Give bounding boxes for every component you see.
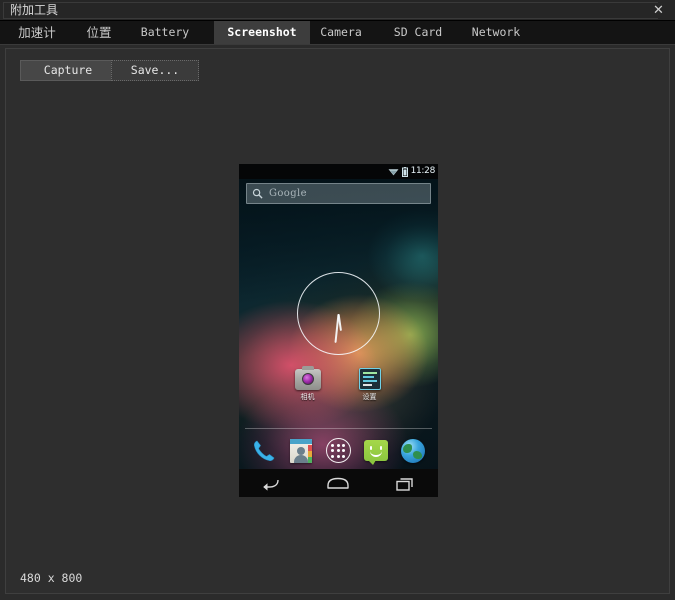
list-widget-shortcut[interactable]: 设置 bbox=[350, 368, 390, 402]
tab-bar: 加速计 位置 Battery Screenshot Camera SD Card… bbox=[0, 21, 675, 45]
android-navigation-bar bbox=[239, 469, 438, 497]
recents-nav-button[interactable] bbox=[388, 469, 422, 497]
tab-battery[interactable]: Battery bbox=[134, 21, 196, 44]
window-title: 附加工具 bbox=[10, 3, 59, 17]
capture-button[interactable]: Capture bbox=[20, 60, 116, 81]
captured-screenshot-image: 11:28 Google 相机 设置 bbox=[239, 164, 438, 497]
home-screen-app-row: 相机 设置 bbox=[239, 366, 438, 402]
screenshot-size-label: 480 x 800 bbox=[20, 571, 83, 585]
messaging-app-icon[interactable] bbox=[363, 438, 389, 465]
camera-app-shortcut[interactable]: 相机 bbox=[288, 366, 328, 402]
phone-handset-icon bbox=[253, 440, 275, 461]
camera-lens bbox=[301, 373, 314, 385]
battery-icon bbox=[401, 166, 408, 177]
additional-tools-window: 附加工具 ✕ 加速计 位置 Battery Screenshot Camera … bbox=[0, 0, 675, 600]
contacts-app-icon[interactable] bbox=[288, 438, 314, 464]
android-status-bar: 11:28 bbox=[239, 164, 438, 179]
tab-location[interactable]: 位置 bbox=[78, 21, 120, 44]
status-bar-clock: 11:28 bbox=[410, 166, 436, 176]
back-arrow-icon bbox=[263, 479, 279, 491]
list-widget-label: 设置 bbox=[362, 393, 377, 401]
screenshot-panel: Capture Save... 480 x 800 11:28 Google 相… bbox=[5, 48, 670, 594]
tab-screenshot[interactable]: Screenshot bbox=[214, 21, 310, 44]
home-dome-icon bbox=[327, 477, 350, 489]
messaging-bubble-icon bbox=[363, 440, 388, 465]
save-button[interactable]: Save... bbox=[111, 60, 199, 81]
camera-app-icon bbox=[294, 366, 321, 390]
tab-camera[interactable]: Camera bbox=[313, 21, 369, 44]
all-apps-grid-icon bbox=[325, 438, 351, 463]
all-apps-icon[interactable] bbox=[325, 438, 351, 464]
tab-network[interactable]: Network bbox=[466, 21, 526, 44]
close-icon[interactable]: ✕ bbox=[650, 2, 667, 19]
android-dock bbox=[239, 434, 438, 468]
home-nav-button[interactable] bbox=[321, 469, 355, 497]
wifi-icon bbox=[388, 169, 399, 176]
title-bar: 附加工具 ✕ bbox=[0, 0, 675, 21]
camera-app-label: 相机 bbox=[300, 393, 315, 401]
title-bar-inset bbox=[3, 2, 658, 19]
tab-accelerometer[interactable]: 加速计 bbox=[10, 21, 64, 44]
google-search-bar[interactable]: Google bbox=[246, 183, 431, 204]
back-nav-button[interactable] bbox=[255, 469, 289, 497]
status-bar-icons: 11:28 bbox=[388, 164, 435, 179]
phone-app-icon[interactable] bbox=[251, 438, 277, 464]
tab-sd-card[interactable]: SD Card bbox=[387, 21, 449, 44]
contacts-card-icon bbox=[290, 439, 313, 463]
analog-clock-widget[interactable] bbox=[297, 272, 380, 355]
dock-divider bbox=[245, 428, 432, 429]
browser-app-icon[interactable] bbox=[400, 438, 426, 464]
browser-globe-icon bbox=[401, 439, 426, 463]
recents-stack-icon bbox=[396, 478, 413, 491]
search-placeholder-text: Google bbox=[269, 188, 307, 199]
search-icon bbox=[252, 188, 263, 199]
list-widget-icon bbox=[358, 368, 381, 390]
